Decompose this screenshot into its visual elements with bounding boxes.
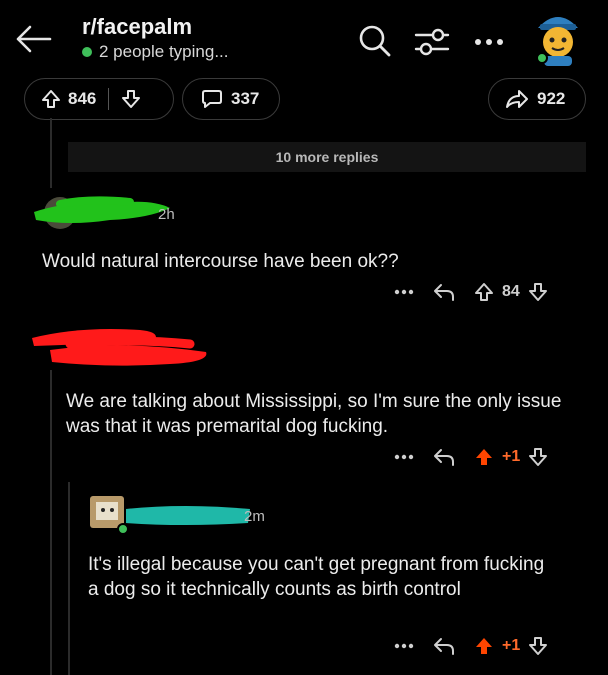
comment-1-time: 2h xyxy=(158,206,175,223)
comment-3-redacted-username xyxy=(124,503,252,529)
comment-2-text: We are talking about Mississippi, so I'm… xyxy=(66,391,562,437)
thread-line xyxy=(50,118,52,188)
more-replies-button[interactable]: 10 more replies xyxy=(68,142,586,172)
filter-sliders-icon[interactable] xyxy=(414,26,450,58)
comment-1-upvote-icon[interactable] xyxy=(474,282,494,302)
typing-status-text: 2 people typing... xyxy=(99,42,229,61)
search-icon[interactable] xyxy=(358,24,392,58)
comment-2-thread-line xyxy=(50,370,52,675)
comment-3-thread-line xyxy=(68,482,70,675)
user-avatar[interactable] xyxy=(532,10,584,68)
back-arrow-icon[interactable] xyxy=(14,24,52,54)
subreddit-title[interactable]: r/facepalm xyxy=(82,14,192,40)
more-options-icon[interactable] xyxy=(474,38,504,46)
share-icon xyxy=(505,89,529,109)
comment-count: 337 xyxy=(231,89,260,108)
comment-1-text: Would natural intercourse have been ok?? xyxy=(42,251,399,272)
vote-divider xyxy=(108,88,110,110)
downvote-icon[interactable] xyxy=(121,89,141,109)
comment-icon xyxy=(201,89,223,109)
comment-3-downvote-icon[interactable] xyxy=(528,636,548,656)
comment-3-text: It's illegal because you can't get pregn… xyxy=(88,554,545,600)
share-button[interactable]: 922 xyxy=(488,78,586,120)
comments-button[interactable]: 337 xyxy=(182,78,280,120)
comment-2-redacted-username xyxy=(30,322,210,372)
comment-1-more-icon[interactable] xyxy=(394,289,414,295)
online-dot xyxy=(82,47,92,57)
comment-2-downvote-icon[interactable] xyxy=(528,447,548,467)
comment-3-more-icon[interactable] xyxy=(394,643,414,649)
comment-3-upvote-icon[interactable] xyxy=(474,636,494,656)
comment-1-downvote-icon[interactable] xyxy=(528,282,548,302)
upvote-icon[interactable] xyxy=(41,89,61,109)
vote-pill: 846 xyxy=(24,78,174,120)
comment-2-more-icon[interactable] xyxy=(394,454,414,460)
comment-2-upvote-icon[interactable] xyxy=(474,447,494,467)
comment-1-reply-icon[interactable] xyxy=(432,282,456,302)
share-count: 922 xyxy=(537,89,566,108)
comment-3-actions: +1 xyxy=(394,636,548,656)
comment-3-score: +1 xyxy=(502,637,521,654)
comment-3-reply-icon[interactable] xyxy=(432,636,456,656)
comment-1-actions: 84 xyxy=(394,282,548,302)
comment-3-time: 2m xyxy=(244,508,265,525)
upvote-count: 846 xyxy=(68,89,97,108)
comment-2-actions: +1 xyxy=(394,447,548,467)
comment-1-score: 84 xyxy=(502,283,520,300)
comment-2-reply-icon[interactable] xyxy=(432,447,456,467)
comment-2-score: +1 xyxy=(502,448,521,465)
typing-status: 2 people typing... xyxy=(82,42,228,62)
